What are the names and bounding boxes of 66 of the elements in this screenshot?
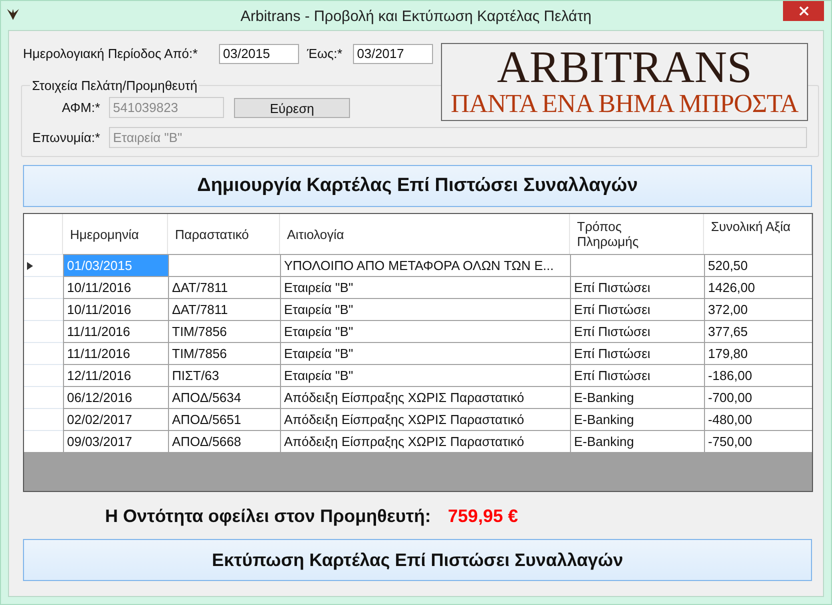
column-header: Συνολική Αξία xyxy=(711,219,792,234)
table-cell: Εταιρεία "Β" xyxy=(280,342,570,364)
column-header: Ημερομηνία xyxy=(70,227,140,242)
current-row-icon xyxy=(27,262,33,270)
table-cell: 10/11/2016 xyxy=(63,276,168,298)
table-cell: Επί Πιστώσει xyxy=(570,298,704,320)
table-cell: E-Banking xyxy=(570,386,704,408)
table-cell: -186,00 xyxy=(704,364,812,386)
table-cell: E-Banking xyxy=(570,430,704,452)
table-cell: 11/11/2016 xyxy=(63,342,168,364)
table-cell: ΤΙΜ/7856 xyxy=(168,320,280,342)
logo-slogan: ΠΑΝΤΑ ΕΝΑ ΒΗΜΑ ΜΠΡΟΣΤΑ xyxy=(450,90,798,118)
table-cell: ΔΑΤ/7811 xyxy=(168,276,280,298)
close-icon xyxy=(798,6,808,16)
print-card-button[interactable]: Εκτύπωση Καρτέλας Επί Πιστώσει Συναλλαγών xyxy=(23,539,812,581)
bird-icon xyxy=(6,6,20,20)
table-cell: Επί Πιστώσει xyxy=(570,320,704,342)
table-cell: 11/11/2016 xyxy=(63,320,168,342)
from-date-field[interactable]: 03/2015 xyxy=(219,44,299,64)
table-cell: ΑΠΟΔ/5651 xyxy=(168,408,280,430)
table-cell: ΑΠΟΔ/5668 xyxy=(168,430,280,452)
table-cell: ΑΠΟΔ/5634 xyxy=(168,386,280,408)
table-cell: Εταιρεία "Β" xyxy=(280,320,570,342)
table-cell: -750,00 xyxy=(704,430,812,452)
period-from-label: Ημερολογιακή Περίοδος Από:* xyxy=(23,44,199,63)
table-cell: Επί Πιστώσει xyxy=(570,364,704,386)
logo-title: ARBITRANS xyxy=(496,44,752,90)
table-cell: E-Banking xyxy=(570,408,704,430)
table-cell: Εταιρεία "Β" xyxy=(280,298,570,320)
table-cell: Εταιρεία "Β" xyxy=(280,364,570,386)
table-cell: ΤΙΜ/7856 xyxy=(168,342,280,364)
table-cell: Εταιρεία "Β" xyxy=(280,276,570,298)
table-cell: Απόδειξη Είσπραξης ΧΩΡΙΣ Παραστατικό xyxy=(280,430,570,452)
column-header: Τρόπος Πληρωμής xyxy=(577,219,640,249)
window-title: Arbitrans - Προβολή και Εκτύπωση Καρτέλας Πελάτη xyxy=(240,7,592,27)
table-cell: 1426,00 xyxy=(704,276,812,298)
table-cell: ΥΠΟΛΟΙΠΟ ΑΠΟ ΜΕΤΑΦΟΡΑ ΟΛΩΝ ΤΩΝ Ε... xyxy=(280,254,570,276)
table-cell: 09/03/2017 xyxy=(63,430,168,452)
table-cell: 02/02/2017 xyxy=(63,408,168,430)
create-card-button[interactable]: Δημιουργία Καρτέλας Επί Πιστώσει Συναλλαγών xyxy=(23,165,812,207)
column-header: Παραστατικό xyxy=(175,227,250,242)
afm-label: ΑΦΜ:* xyxy=(60,98,100,117)
table-cell: -480,00 xyxy=(704,408,812,430)
close-button[interactable] xyxy=(783,1,824,21)
table-cell: 01/03/2015 xyxy=(63,254,168,276)
table-cell: Επί Πιστώσει xyxy=(570,276,704,298)
table-cell: Επί Πιστώσει xyxy=(570,342,704,364)
name-label: Επωνυμία:* xyxy=(31,128,100,147)
table-cell: -700,00 xyxy=(704,386,812,408)
table-cell: ΔΑΤ/7811 xyxy=(168,298,280,320)
balance-label: Η Οντότητα οφείλει στον Προμηθευτή: xyxy=(105,504,431,528)
to-date-field[interactable]: 03/2017 xyxy=(353,44,433,64)
table-cell: 179,80 xyxy=(704,342,812,364)
table-cell: 377,65 xyxy=(704,320,812,342)
table-cell: ΠΙΣΤ/63 xyxy=(168,364,280,386)
balance-amount: 759,95 € xyxy=(448,504,518,528)
table-cell: 06/12/2016 xyxy=(63,386,168,408)
find-button[interactable]: Εύρεση xyxy=(234,98,350,118)
table-cell: 372,00 xyxy=(704,298,812,320)
period-to-label: Έως:* xyxy=(307,44,344,63)
table-cell: 12/11/2016 xyxy=(63,364,168,386)
column-header: Αιτιολογία xyxy=(287,227,346,242)
table-cell: Απόδειξη Είσπραξης ΧΩΡΙΣ Παραστατικό xyxy=(280,408,570,430)
table-cell: Απόδειξη Είσπραξης ΧΩΡΙΣ Παραστατικό xyxy=(280,386,570,408)
table-cell: 10/11/2016 xyxy=(63,298,168,320)
table-cell: 520,50 xyxy=(704,254,812,276)
